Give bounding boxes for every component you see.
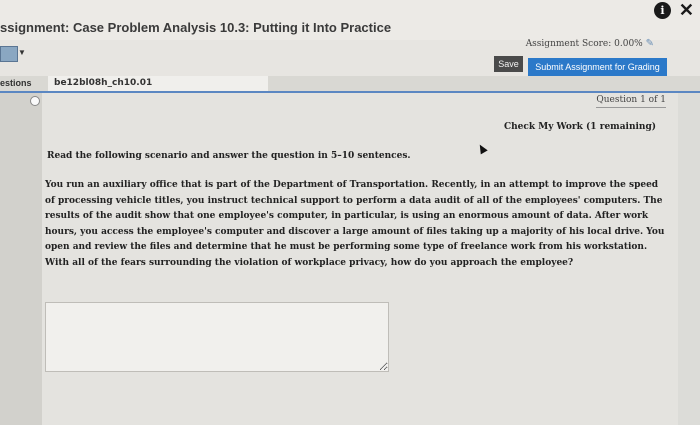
check-my-work-link[interactable]: Check My Work (1 remaining) xyxy=(504,122,656,132)
info-icon[interactable]: i xyxy=(653,2,671,19)
page-title: ssignment: Case Problem Analysis 10.3: P… xyxy=(0,20,392,35)
window-controls: i ✕ xyxy=(653,1,694,19)
question-panel: Question 1 of 1 Check My Work (1 remaini… xyxy=(42,93,678,425)
assignment-score: Assignment Score: 0.00% ✎ xyxy=(526,38,654,49)
answer-textarea[interactable] xyxy=(45,302,389,372)
chevron-down-icon[interactable]: ▼ xyxy=(18,48,26,57)
counter-divider xyxy=(596,107,666,108)
mouse-cursor-icon xyxy=(476,142,488,155)
score-text: Assignment Score: 0.00% xyxy=(525,39,643,49)
save-button[interactable]: Save xyxy=(494,56,523,72)
question-sidebar xyxy=(0,93,42,425)
close-icon[interactable]: ✕ xyxy=(679,1,694,19)
calculator-icon[interactable] xyxy=(0,46,18,62)
question-instruction: Read the following scenario and answer t… xyxy=(47,151,411,161)
question-status-icon[interactable] xyxy=(30,96,40,106)
scenario-text: You run an auxiliary office that is part… xyxy=(45,180,665,268)
tab-question[interactable]: be12bl08h_ch10.01 xyxy=(48,76,268,91)
tab-bar: estions be12bl08h_ch10.01 xyxy=(0,76,700,93)
question-counter: Question 1 of 1 xyxy=(596,95,666,105)
pencil-icon: ✎ xyxy=(645,38,654,49)
questions-label: estions xyxy=(0,78,32,88)
submit-assignment-button[interactable]: Submit Assignment for Grading xyxy=(528,58,667,76)
top-bar: ssignment: Case Problem Analysis 10.3: P… xyxy=(0,0,700,40)
